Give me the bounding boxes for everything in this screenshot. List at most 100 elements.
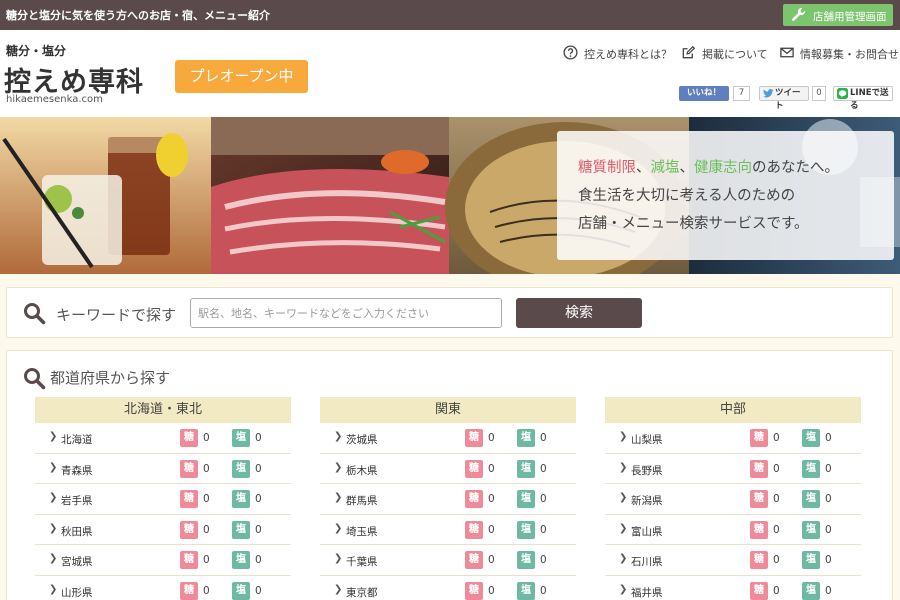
wrench-icon [792, 7, 806, 21]
prefecture-name[interactable]: 宮城県 [61, 554, 93, 569]
help-circle-icon [563, 45, 578, 60]
nav-contact-label: 情報募集・お問合せ [800, 48, 899, 61]
salt-count: 0 [825, 432, 832, 444]
prefecture-row[interactable]: ❯ 埼玉県糖 0 塩 0 [320, 515, 576, 545]
chevron-right-icon: ❯ [49, 431, 58, 442]
keyword-search-title: キーワードで探す [56, 306, 177, 324]
prefecture-name[interactable]: 栃木県 [346, 463, 378, 478]
store-admin-button[interactable]: 店舗用管理画面 [783, 4, 893, 26]
prefecture-name[interactable]: 埼玉県 [346, 524, 378, 539]
chevron-right-icon: ❯ [334, 553, 343, 564]
chevron-right-icon: ❯ [619, 492, 628, 503]
prefecture-row[interactable]: ❯ 山梨県糖 0 塩 0 [605, 423, 861, 454]
sugar-badge: 糖 [465, 429, 483, 447]
salt-badge: 塩 [232, 429, 250, 447]
prefecture-name[interactable]: 東京都 [346, 585, 378, 600]
prefecture-name[interactable]: 北海道 [61, 432, 93, 447]
prefecture-row[interactable]: ❯ 北海道糖 0 塩 0 [35, 423, 291, 454]
region-column: 北海道・東北 ❯ 北海道糖 0 塩 0 ❯ 青森県糖 0 塩 0 ❯ 岩手県糖 0 塩 0 ❯ 秋田県糖 0 塩 0 ❯ 宮… [35, 397, 291, 600]
prefecture-row[interactable]: ❯ 宮城県糖 0 塩 0 [35, 545, 291, 576]
hero-banner: 糖質制限、減塩、健康志向のあなたへ。 食生活を大切に考える人のための 店舗・メニ… [0, 117, 900, 274]
chevron-right-icon: ❯ [619, 522, 628, 534]
salt-badge: 塩 [802, 551, 820, 569]
salt-badge: 塩 [517, 551, 535, 569]
sugar-badge: 糖 [465, 551, 483, 569]
prefecture-row[interactable]: ❯ 新潟県糖 0 塩 0 [605, 484, 861, 515]
hero-line-3: 店舗・メニュー検索サービスです。 [578, 216, 809, 232]
prefecture-row[interactable]: ❯ 青森県糖 0 塩 0 [35, 454, 291, 484]
prefecture-name[interactable]: 青森県 [61, 463, 93, 478]
nav-listing-label: 掲載について [702, 48, 768, 61]
like-count: 7 [733, 86, 750, 101]
prefecture-row[interactable]: ❯ 岩手県糖 0 塩 0 [35, 484, 291, 515]
sugar-badge: 糖 [180, 459, 198, 478]
salt-badge: 塩 [517, 490, 535, 508]
salt-count: 0 [825, 584, 832, 597]
prefecture-row[interactable]: ❯ 山形県糖 0 塩 0 [35, 576, 291, 600]
tweet-button[interactable]: ツイート [759, 86, 809, 111]
prefecture-row[interactable]: ❯ 群馬県糖 0 塩 0 [320, 484, 576, 515]
salt-count: 0 [255, 493, 262, 505]
search-button[interactable]: 検索 [516, 298, 642, 328]
prefecture-row[interactable]: ❯ 秋田県糖 0 塩 0 [35, 515, 291, 545]
chevron-right-icon: ❯ [49, 583, 58, 595]
salt-badge: 塩 [232, 459, 250, 478]
site-tagline: 糖分と塩分に気を使う方へのお店・宿、メニュー紹介 [6, 9, 270, 22]
sugar-badge: 糖 [750, 520, 768, 539]
sugar-badge: 糖 [750, 490, 768, 508]
like-label: いいね！ [686, 88, 721, 98]
prefecture-name[interactable]: 富山県 [631, 524, 663, 539]
sugar-count: 0 [203, 462, 210, 475]
prefecture-name[interactable]: 山形県 [61, 585, 93, 600]
prefecture-row[interactable]: ❯ 富山県糖 0 塩 0 [605, 515, 861, 545]
sugar-badge: 糖 [750, 551, 768, 569]
prefecture-name[interactable]: 秋田県 [61, 524, 93, 539]
prefecture-row[interactable]: ❯ 東京都糖 0 塩 0 [320, 576, 576, 600]
sugar-badge: 糖 [750, 581, 768, 600]
prefecture-row[interactable]: ❯ 長野県糖 0 塩 0 [605, 454, 861, 484]
prefecture-name[interactable]: 長野県 [631, 463, 663, 478]
facebook-like-button[interactable]: いいね！ [679, 86, 729, 101]
sugar-badge: 糖 [180, 490, 198, 508]
keyword-search-section: キーワードで探す 検索 [6, 287, 893, 338]
twitter-bird-icon [763, 89, 774, 98]
prefecture-name[interactable]: 茨城県 [346, 432, 378, 447]
salt-badge: 塩 [802, 581, 820, 600]
salt-badge: 塩 [517, 581, 535, 600]
salt-count: 0 [255, 584, 262, 597]
sugar-badge: 糖 [180, 551, 198, 569]
prefecture-name[interactable]: 千葉県 [346, 554, 378, 569]
prefecture-row[interactable]: ❯ 栃木県糖 0 塩 0 [320, 454, 576, 484]
hero-line-1-tail: のあなたへ。 [752, 160, 839, 176]
salt-badge: 塩 [232, 520, 250, 539]
prefecture-row[interactable]: ❯ 千葉県糖 0 塩 0 [320, 545, 576, 576]
nav-contact-link[interactable]: 情報募集・お問合せ [779, 45, 899, 61]
salt-badge: 塩 [517, 520, 535, 539]
sugar-count: 0 [488, 493, 495, 505]
chevron-right-icon: ❯ [49, 522, 58, 534]
logo-subtitle[interactable]: 糖分・塩分 [6, 42, 66, 59]
chevron-right-icon: ❯ [619, 431, 628, 442]
sugar-count: 0 [488, 432, 495, 444]
nav-listing-link[interactable]: 掲載について [681, 45, 771, 61]
prefecture-name[interactable]: 群馬県 [346, 493, 378, 508]
sugar-badge: 糖 [465, 581, 483, 600]
chevron-right-icon: ❯ [619, 583, 628, 595]
nav-about-link[interactable]: 控えめ専科とは？ [563, 45, 673, 61]
prefecture-name[interactable]: 福井県 [631, 585, 663, 600]
region-column: 関東 ❯ 茨城県糖 0 塩 0 ❯ 栃木県糖 0 塩 0 ❯ 群馬県糖 0 塩 0 ❯ 埼玉県糖 0 塩 0 ❯ 千葉県糖 0… [320, 397, 576, 600]
salt-count: 0 [825, 554, 832, 566]
prefecture-row[interactable]: ❯ 福井県糖 0 塩 0 [605, 576, 861, 600]
prefecture-name[interactable]: 山梨県 [631, 432, 663, 447]
prefecture-name[interactable]: 石川県 [631, 554, 663, 569]
prefecture-name[interactable]: 岩手県 [61, 493, 93, 508]
salt-badge: 塩 [802, 490, 820, 508]
line-share-button[interactable]: LINEで送る [833, 86, 893, 111]
line-icon [837, 88, 848, 99]
keyword-search-input[interactable] [190, 298, 502, 328]
prefecture-row[interactable]: ❯ 石川県糖 0 塩 0 [605, 545, 861, 576]
region-column: 中部 ❯ 山梨県糖 0 塩 0 ❯ 長野県糖 0 塩 0 ❯ 新潟県糖 0 塩 0 ❯ 富山県糖 0 塩 0 ❯ 石川県糖 0… [605, 397, 861, 600]
salt-count: 0 [255, 432, 262, 444]
prefecture-name[interactable]: 新潟県 [631, 493, 663, 508]
prefecture-row[interactable]: ❯ 茨城県糖 0 塩 0 [320, 423, 576, 454]
